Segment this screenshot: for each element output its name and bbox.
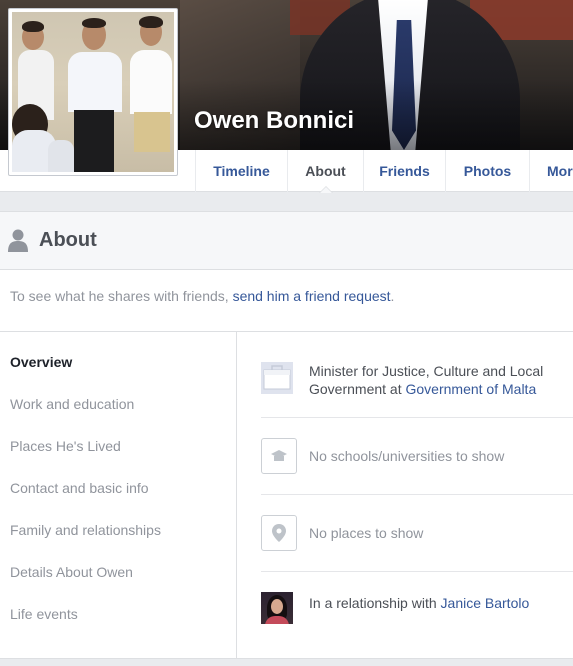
schools-text: No schools/universities to show: [309, 448, 505, 464]
row-divider: [261, 571, 573, 572]
notice-suffix: .: [390, 288, 395, 304]
tab-more[interactable]: Mor: [529, 150, 573, 192]
work-position: Minister for Justice, Culture and Local: [309, 363, 544, 379]
partner-avatar[interactable]: [261, 592, 293, 624]
row-divider: [261, 494, 573, 495]
work-at: Government at: [309, 381, 406, 397]
graduation-cap-icon: [261, 438, 297, 474]
profile-picture[interactable]: [8, 8, 178, 176]
relationship-label: In a relationship with: [309, 595, 441, 611]
about-card: About To see what he shares with friends…: [0, 211, 573, 659]
profile-page: Owen Bonnici Timeline About Friends Phot…: [0, 0, 573, 666]
profile-name[interactable]: Owen Bonnici: [194, 107, 354, 135]
person-icon: [8, 229, 28, 252]
overview-school-row: No schools/universities to show: [261, 438, 573, 474]
tab-photos[interactable]: Photos: [445, 150, 529, 192]
relationship-text: In a relationship with Janice Bartolo: [309, 594, 529, 612]
avatar: [12, 12, 174, 172]
profile-tabs: Timeline About Friends Photos Mor: [195, 150, 573, 193]
partner-link[interactable]: Janice Bartolo: [441, 595, 530, 611]
sidebar-item-life-events[interactable]: Life events: [10, 606, 78, 622]
sidebar-item-overview[interactable]: Overview: [10, 354, 72, 370]
about-header: About: [0, 212, 573, 270]
notice-text: To see what he shares with friends,: [10, 288, 233, 304]
row-divider: [261, 417, 573, 418]
tab-timeline[interactable]: Timeline: [195, 150, 287, 192]
sidebar-item-contact-info[interactable]: Contact and basic info: [10, 480, 149, 496]
briefcase-icon: [261, 362, 293, 394]
sidebar-item-places-lived[interactable]: Places He's Lived: [10, 438, 121, 454]
overview-places-row: No places to show: [261, 515, 573, 551]
send-friend-request-link[interactable]: send him a friend request: [233, 288, 391, 304]
about-sidebar: Overview Work and education Places He's …: [0, 332, 237, 659]
sidebar-item-work-education[interactable]: Work and education: [10, 396, 134, 412]
places-text: No places to show: [309, 525, 424, 541]
friend-request-notice: To see what he shares with friends, send…: [10, 288, 394, 304]
tab-friends[interactable]: Friends: [363, 150, 445, 192]
sidebar-item-family-relationships[interactable]: Family and relationships: [10, 522, 161, 538]
about-title: About: [39, 229, 97, 251]
sidebar-item-details[interactable]: Details About Owen: [10, 564, 133, 580]
overview-work-row: Minister for Justice, Culture and Local …: [261, 362, 573, 402]
overview-relationship-row: In a relationship with Janice Bartolo: [261, 592, 573, 624]
tab-about[interactable]: About: [287, 150, 363, 193]
map-pin-icon: [261, 515, 297, 551]
employer-link[interactable]: Government of Malta: [406, 381, 537, 397]
work-text: Minister for Justice, Culture and Local …: [309, 362, 543, 398]
